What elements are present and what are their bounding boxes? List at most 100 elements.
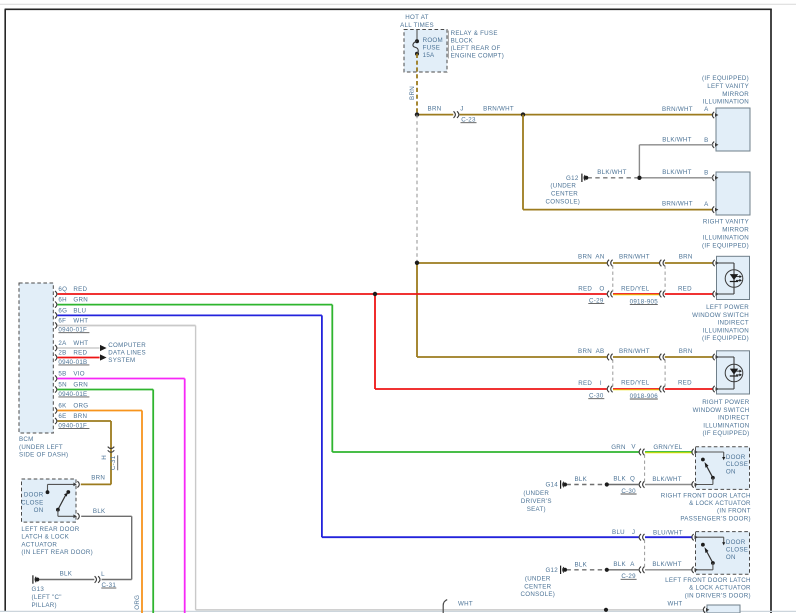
- svg-text:ALL TIMES: ALL TIMES: [400, 22, 434, 29]
- svg-text:(UNDER: (UNDER: [523, 490, 549, 497]
- svg-text:RED: RED: [73, 349, 87, 356]
- svg-text:BLK: BLK: [93, 508, 106, 515]
- svg-text:BRN/WHT: BRN/WHT: [619, 253, 650, 260]
- svg-text:O: O: [599, 286, 604, 293]
- svg-text:V: V: [631, 444, 636, 451]
- svg-text:2A: 2A: [58, 340, 67, 347]
- svg-text:BLK: BLK: [613, 561, 626, 568]
- svg-text:(IN FRONT: (IN FRONT: [717, 508, 751, 515]
- svg-text:ORG: ORG: [73, 402, 88, 409]
- svg-text:(UNDER: (UNDER: [550, 183, 576, 190]
- svg-text:BLK/WHT: BLK/WHT: [597, 169, 626, 176]
- svg-text:(LEFT REAR OF: (LEFT REAR OF: [451, 45, 501, 52]
- svg-text:BRN/WHT: BRN/WHT: [662, 201, 693, 208]
- svg-text:& LOCK ACTUATOR: & LOCK ACTUATOR: [689, 500, 751, 507]
- svg-text:ILLUMINATION: ILLUMINATION: [703, 327, 749, 334]
- svg-text:BRN: BRN: [679, 348, 693, 355]
- svg-text:C-31: C-31: [110, 455, 117, 470]
- svg-text:A: A: [704, 106, 709, 113]
- svg-text:(IF EQUIPPED): (IF EQUIPPED): [703, 430, 750, 437]
- svg-text:BLK/WHT: BLK/WHT: [652, 476, 681, 483]
- svg-text:AB: AB: [596, 348, 605, 355]
- svg-text:PASSENGER'S DOOR): PASSENGER'S DOOR): [680, 515, 750, 522]
- svg-text:DOOR: DOOR: [726, 539, 746, 546]
- svg-text:BRN: BRN: [679, 253, 693, 260]
- svg-text:CENTER: CENTER: [551, 190, 578, 197]
- svg-text:A: A: [704, 201, 709, 208]
- svg-text:6Q: 6Q: [58, 286, 67, 293]
- svg-text:RED: RED: [678, 380, 692, 387]
- svg-text:6F: 6F: [58, 317, 66, 324]
- svg-text:BLU: BLU: [612, 529, 625, 536]
- svg-text:BRN/WHT: BRN/WHT: [483, 105, 514, 112]
- svg-text:5N: 5N: [58, 381, 66, 388]
- svg-text:J: J: [632, 529, 635, 536]
- svg-text:ON: ON: [726, 469, 736, 476]
- svg-text:WINDOW SWITCH: WINDOW SWITCH: [693, 407, 750, 414]
- svg-text:COMPUTER: COMPUTER: [108, 342, 146, 349]
- svg-text:BLK: BLK: [575, 561, 588, 568]
- svg-text:RED: RED: [578, 380, 592, 387]
- svg-text:BLOCK: BLOCK: [451, 38, 474, 45]
- svg-text:LEFT VANITY: LEFT VANITY: [707, 83, 749, 90]
- svg-text:(UNDER LEFT: (UNDER LEFT: [19, 444, 63, 451]
- svg-text:WHT: WHT: [73, 317, 88, 324]
- svg-text:BRN: BRN: [578, 348, 592, 355]
- svg-text:INDIRECT: INDIRECT: [718, 415, 749, 422]
- svg-text:WHT: WHT: [458, 600, 473, 607]
- svg-text:WHT: WHT: [73, 340, 88, 347]
- svg-text:G13: G13: [32, 586, 45, 593]
- svg-text:ILLUMINATION: ILLUMINATION: [703, 422, 749, 429]
- svg-text:RED/YEL: RED/YEL: [621, 285, 650, 292]
- svg-text:BLK: BLK: [575, 476, 588, 483]
- svg-text:ROOM: ROOM: [423, 37, 443, 44]
- svg-text:CLOSE: CLOSE: [726, 546, 748, 553]
- svg-text:ILLUMINATION: ILLUMINATION: [703, 234, 749, 241]
- svg-text:& LOCK ACTUATOR: & LOCK ACTUATOR: [689, 585, 751, 592]
- svg-text:ILLUMINATION: ILLUMINATION: [703, 99, 749, 106]
- svg-text:B: B: [704, 137, 708, 144]
- svg-text:BLU: BLU: [73, 307, 86, 314]
- svg-text:BLK: BLK: [60, 570, 73, 577]
- svg-text:BRN: BRN: [91, 474, 105, 481]
- svg-text:BRN: BRN: [73, 413, 87, 420]
- svg-text:LEFT REAR DOOR: LEFT REAR DOOR: [21, 526, 79, 533]
- svg-text:BRN: BRN: [578, 253, 592, 260]
- svg-text:RIGHT FRONT DOOR LATCH: RIGHT FRONT DOOR LATCH: [661, 492, 751, 499]
- svg-text:RIGHT POWER: RIGHT POWER: [702, 399, 750, 406]
- svg-text:INDIRECT: INDIRECT: [718, 320, 749, 327]
- svg-text:ORG: ORG: [134, 595, 141, 610]
- svg-text:CONSOLE): CONSOLE): [521, 591, 556, 598]
- svg-text:DATA LINES: DATA LINES: [108, 349, 146, 356]
- svg-text:PILLAR): PILLAR): [32, 602, 57, 609]
- svg-text:BRN: BRN: [409, 86, 416, 100]
- svg-text:G12: G12: [566, 175, 579, 182]
- svg-text:GRN: GRN: [73, 296, 88, 303]
- svg-text:6E: 6E: [58, 413, 66, 420]
- svg-text:L: L: [101, 571, 105, 578]
- svg-text:RED: RED: [73, 286, 87, 293]
- svg-text:BLK/WHT: BLK/WHT: [662, 137, 691, 144]
- svg-text:DOOR: DOOR: [24, 491, 44, 498]
- svg-text:(IN DRIVER'S DOOR): (IN DRIVER'S DOOR): [685, 592, 751, 599]
- svg-text:G14: G14: [545, 481, 558, 488]
- svg-text:(LEFT "C": (LEFT "C": [32, 594, 62, 601]
- svg-text:VIO: VIO: [73, 370, 85, 377]
- svg-text:A: A: [630, 561, 635, 568]
- svg-text:WHT: WHT: [668, 600, 683, 607]
- svg-text:ACTUATOR: ACTUATOR: [21, 541, 57, 548]
- svg-text:RED: RED: [578, 286, 592, 293]
- svg-text:GRN: GRN: [611, 444, 626, 451]
- svg-text:DRIVER'S: DRIVER'S: [521, 498, 552, 505]
- svg-text:J: J: [460, 106, 463, 113]
- svg-text:LATCH & LOCK: LATCH & LOCK: [21, 534, 69, 541]
- svg-text:BRN/WHT: BRN/WHT: [619, 348, 650, 355]
- svg-text:RED/YEL: RED/YEL: [621, 380, 650, 387]
- svg-text:BRN: BRN: [428, 105, 442, 112]
- svg-text:WINDOW SWITCH: WINDOW SWITCH: [692, 312, 749, 319]
- svg-text:ENGINE COMPT): ENGINE COMPT): [451, 53, 505, 60]
- svg-text:DOOR: DOOR: [726, 454, 746, 461]
- svg-text:6G: 6G: [58, 307, 67, 314]
- svg-text:SEAT): SEAT): [527, 506, 546, 513]
- svg-text:(UNDER: (UNDER: [525, 575, 551, 582]
